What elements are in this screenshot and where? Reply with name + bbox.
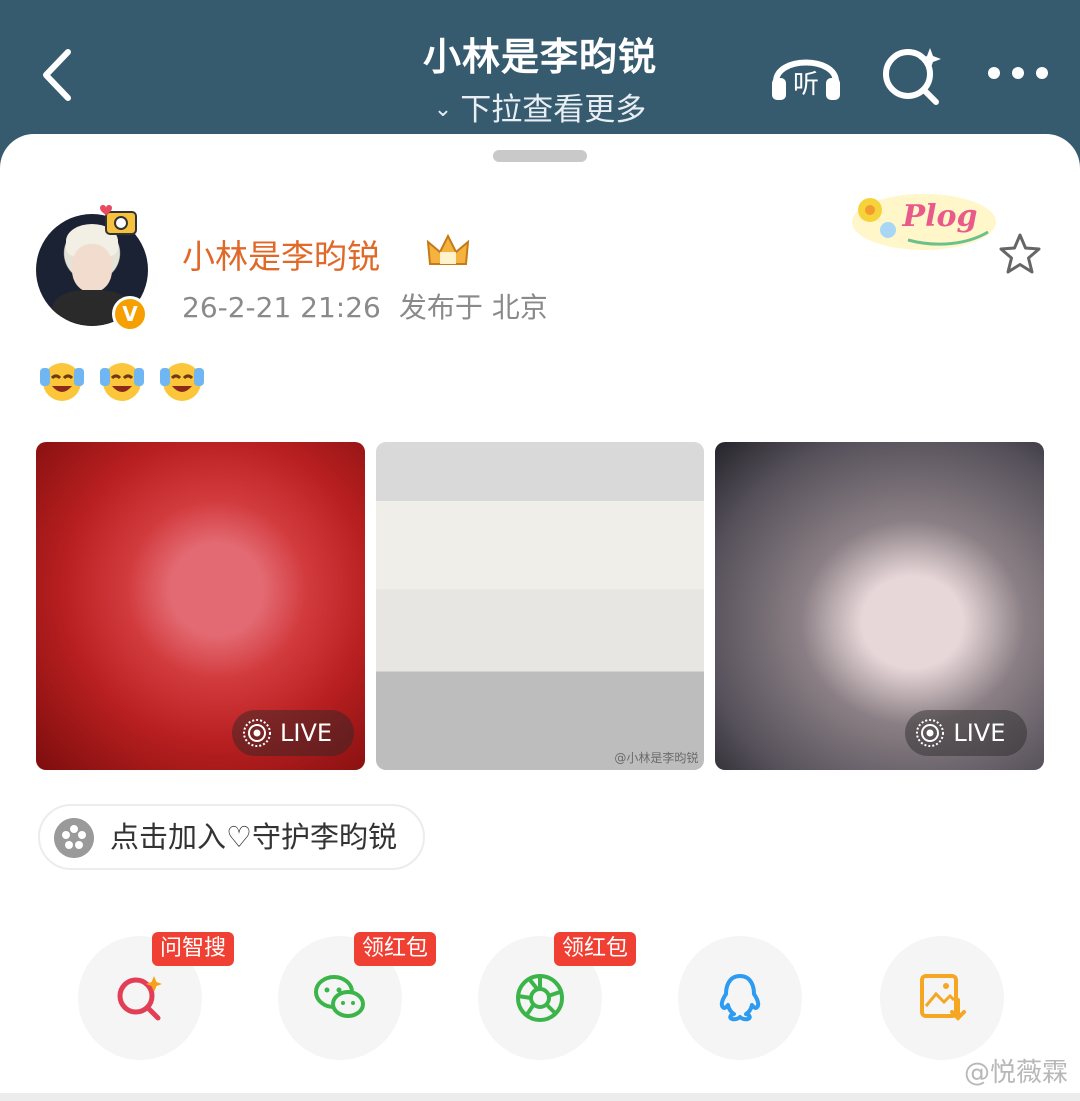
save-image-share-button[interactable] bbox=[880, 936, 1004, 1060]
more-options-icon[interactable] bbox=[978, 38, 1058, 108]
laughing-cry-emoji-icon bbox=[160, 363, 204, 401]
chevron-down-icon: ⌄ bbox=[433, 97, 453, 122]
svg-text:听: 听 bbox=[793, 70, 819, 100]
weibo-watermark: @悦薇霖 bbox=[963, 1058, 1068, 1088]
laughing-cry-emoji-icon bbox=[40, 363, 84, 401]
live-photo-badge: LIVE bbox=[232, 710, 354, 756]
username[interactable]: 小林是李昀锐 bbox=[182, 230, 380, 278]
post-sheet: V 小林是李昀锐 26-2-21 21:26 发布于 北京 Plog LIVE … bbox=[0, 134, 1080, 1101]
crown-badge-icon[interactable] bbox=[424, 230, 472, 270]
listen-headphones-icon[interactable]: 听 bbox=[766, 38, 846, 108]
ai-search-icon bbox=[117, 976, 162, 1021]
moments-icon bbox=[516, 974, 564, 1022]
ai-search-badge: 问智搜 bbox=[152, 932, 235, 966]
live-photo-badge: LIVE bbox=[905, 710, 1028, 756]
camera-avatar-decoration-icon bbox=[100, 205, 137, 235]
wechat-icon bbox=[314, 975, 365, 1018]
post-meta: 26-2-21 21:26 发布于 北京 bbox=[182, 286, 548, 326]
live-photo-icon bbox=[243, 719, 271, 747]
top-bar: 小林是李昀锐 ⌄ 下拉查看更多 听 bbox=[0, 0, 1080, 150]
bottom-divider bbox=[0, 1093, 1080, 1101]
image-watermark: @小林是李昀锐 bbox=[614, 751, 699, 765]
moments-badge: 领红包 bbox=[554, 932, 637, 966]
guard-flower-icon bbox=[54, 818, 94, 858]
live-photo-icon bbox=[916, 719, 945, 747]
wechat-badge: 领红包 bbox=[354, 932, 437, 966]
qq-share-button[interactable] bbox=[678, 936, 802, 1060]
post-time: 26-2-21 21:26 bbox=[182, 291, 381, 324]
verified-badge: V bbox=[112, 296, 148, 332]
save-image-icon bbox=[920, 974, 966, 1021]
share-bar: 问智搜 领红包 领红包 bbox=[0, 932, 1080, 1076]
image-grid: LIVE @小林是李昀锐 LIVE bbox=[36, 442, 1045, 770]
post-location: 发布于 北京 bbox=[398, 291, 548, 324]
post-image-2[interactable]: @小林是李昀锐 bbox=[375, 442, 705, 770]
post-image-1[interactable]: LIVE bbox=[36, 442, 365, 770]
guard-chip[interactable]: 点击加入♡守护李昀锐 bbox=[38, 804, 425, 870]
search-icon[interactable] bbox=[872, 38, 952, 108]
plog-sticker: Plog bbox=[852, 194, 996, 250]
svg-text:Plog: Plog bbox=[902, 199, 978, 234]
favorite-star-icon[interactable] bbox=[996, 230, 1044, 278]
laughing-cry-emoji-icon bbox=[100, 363, 144, 401]
drag-handle[interactable] bbox=[493, 150, 587, 162]
post-image-3[interactable]: LIVE bbox=[715, 442, 1045, 770]
post-text-emojis bbox=[38, 356, 206, 406]
qq-icon bbox=[719, 974, 761, 1022]
